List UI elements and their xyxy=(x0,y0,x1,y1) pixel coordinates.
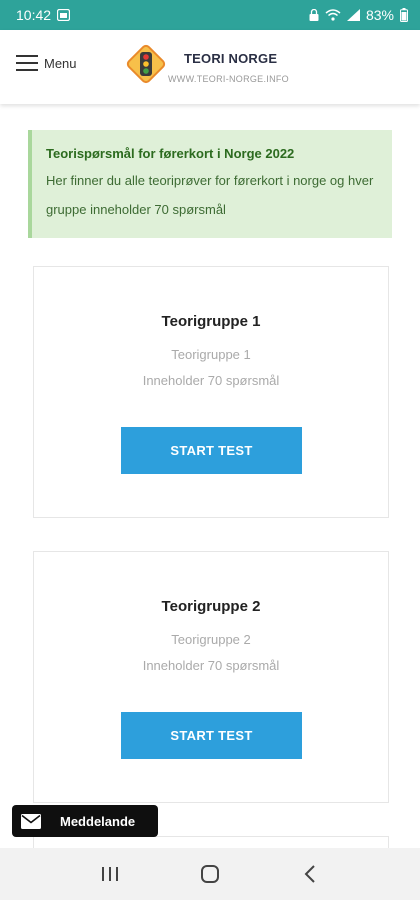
info-alert: Teorispørsmål for førerkort i Norge 2022… xyxy=(28,130,392,238)
hamburger-icon xyxy=(16,55,38,71)
back-button[interactable] xyxy=(290,854,330,894)
wifi-icon xyxy=(325,9,341,21)
status-left: 10:42 xyxy=(16,7,71,23)
home-icon xyxy=(201,865,219,883)
traffic-light-logo-icon[interactable] xyxy=(124,42,168,86)
card-title: Teorigruppe 2 xyxy=(161,598,261,615)
home-button[interactable] xyxy=(190,854,230,894)
app-header: Menu TEORI NORGE WWW.TEORI-NORGE.INFO xyxy=(0,30,420,104)
info-text: Her finner du alle teoriprøver for fører… xyxy=(46,173,374,217)
card-subtitle: Teorigruppe 1 xyxy=(171,347,251,362)
status-bar: 10:42 83% xyxy=(0,0,420,30)
back-chevron-icon xyxy=(304,865,315,883)
brand-title[interactable]: TEORI NORGE xyxy=(184,51,277,66)
start-test-button[interactable]: START TEST xyxy=(121,427,302,474)
menu-button[interactable]: Menu xyxy=(16,54,77,72)
test-group-card: Teorigruppe 2 Teorigruppe 2 Inneholder 7… xyxy=(33,551,389,803)
signal-icon xyxy=(346,9,360,21)
gallery-icon xyxy=(57,9,71,21)
system-nav-bar xyxy=(0,848,420,900)
card-subtitle: Teorigruppe 2 xyxy=(171,632,251,647)
messaging-button[interactable]: Meddelande xyxy=(12,805,158,837)
envelope-icon xyxy=(12,813,50,829)
menu-label: Menu xyxy=(44,55,77,71)
test-group-card: Teorigruppe 1 Teorigruppe 1 Inneholder 7… xyxy=(33,266,389,518)
card-title: Teorigruppe 1 xyxy=(161,313,261,330)
lock-icon xyxy=(309,9,319,21)
battery-percent: 83% xyxy=(365,7,394,23)
card-description: Inneholder 70 spørsmål xyxy=(142,373,280,388)
recent-apps-button[interactable] xyxy=(90,854,130,894)
info-title: Teorispørsmål for førerkort i Norge 2022 xyxy=(46,146,295,161)
battery-icon xyxy=(400,8,408,22)
messaging-label: Meddelande xyxy=(60,813,136,829)
start-test-button[interactable]: START TEST xyxy=(121,712,302,759)
brand-url: WWW.TEORI-NORGE.INFO xyxy=(168,74,289,84)
status-right: 83% xyxy=(309,7,408,23)
card-description: Inneholder 70 spørsmål xyxy=(142,658,280,673)
status-time: 10:42 xyxy=(16,7,52,23)
recent-apps-icon xyxy=(102,867,118,881)
